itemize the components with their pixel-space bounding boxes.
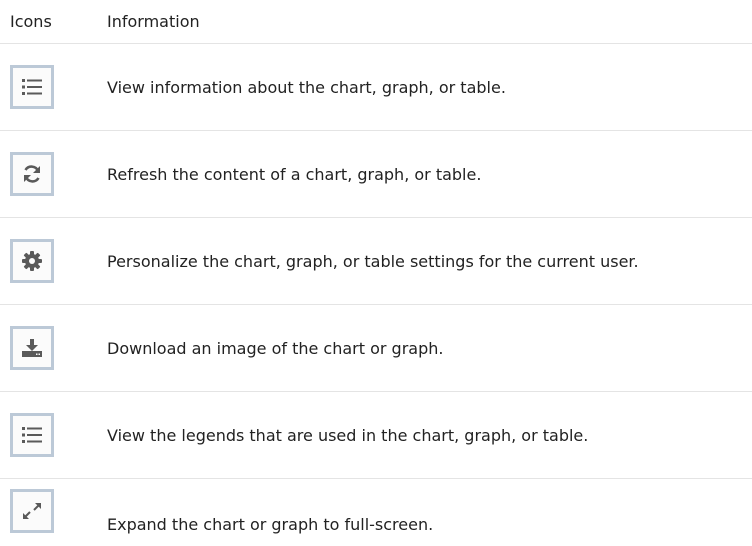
row-description: Personalize the chart, graph, or table s… — [107, 251, 639, 271]
list-icon — [22, 427, 42, 443]
table-row: Download an image of the chart or graph. — [0, 305, 752, 392]
icons-information-table: Icons Information View information about… — [0, 0, 752, 546]
row-description: View information about the chart, graph,… — [107, 77, 506, 97]
refresh-icon — [22, 165, 42, 183]
settings-button[interactable] — [10, 239, 54, 283]
gear-icon — [22, 251, 42, 271]
list-icon — [22, 79, 42, 95]
info-list-button[interactable] — [10, 65, 54, 109]
header-icons: Icons — [10, 12, 52, 31]
table-row: Personalize the chart, graph, or table s… — [0, 218, 752, 305]
table-row: Expand the chart or graph to full-screen… — [0, 479, 752, 546]
table-row: Refresh the content of a chart, graph, o… — [0, 131, 752, 218]
row-description: View the legends that are used in the ch… — [107, 425, 589, 445]
row-description: Expand the chart or graph to full-screen… — [107, 515, 434, 534]
legend-button[interactable] — [10, 413, 54, 457]
row-description: Refresh the content of a chart, graph, o… — [107, 164, 482, 184]
header-information: Information — [107, 12, 200, 31]
table-header: Icons Information — [0, 0, 752, 44]
refresh-button[interactable] — [10, 152, 54, 196]
table-row: View information about the chart, graph,… — [0, 44, 752, 131]
table-row: View the legends that are used in the ch… — [0, 392, 752, 479]
download-button[interactable] — [10, 326, 54, 370]
expand-button[interactable] — [10, 489, 54, 533]
row-description: Download an image of the chart or graph. — [107, 338, 444, 358]
download-icon — [22, 339, 42, 357]
expand-icon — [23, 503, 41, 519]
